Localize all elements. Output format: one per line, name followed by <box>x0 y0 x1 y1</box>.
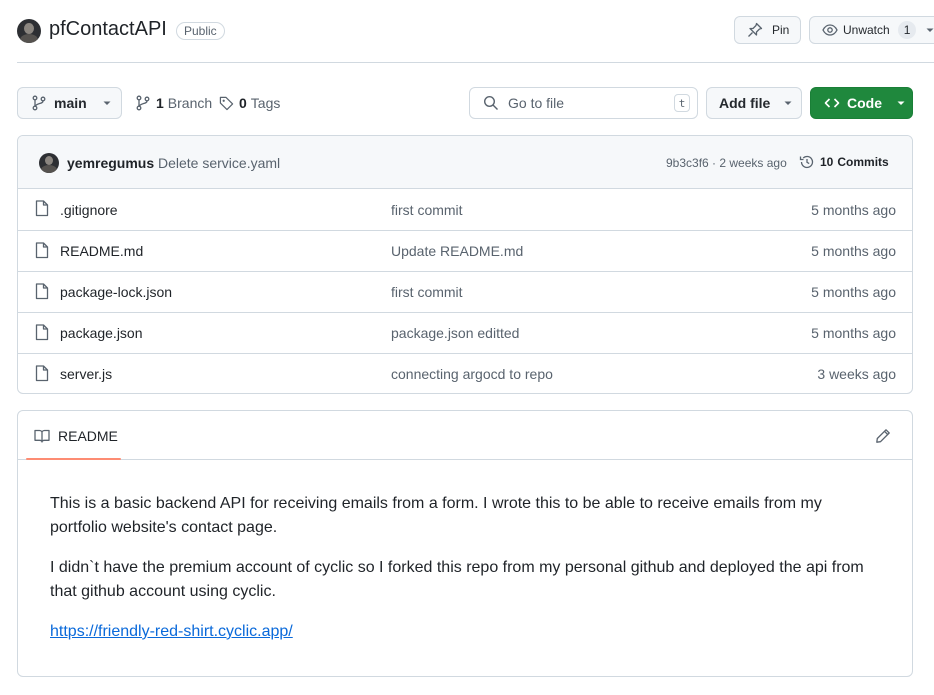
file-row[interactable]: package.json package.json editted 5 mont… <box>18 312 912 353</box>
file-icon <box>35 324 49 341</box>
file-commit-message[interactable]: connecting argocd to repo <box>391 366 553 382</box>
pin-icon <box>747 22 763 38</box>
readme-paragraph: I didn`t have the premium account of cyc… <box>50 559 864 600</box>
file-name[interactable]: README.md <box>60 243 143 259</box>
file-icon <box>35 283 49 300</box>
pin-label: Pin <box>772 23 790 37</box>
visibility-badge: Public <box>176 22 225 40</box>
tag-icon <box>219 96 234 111</box>
branch-selector[interactable]: main <box>17 87 122 119</box>
readme-panel: README This is a basic backend API for r… <box>17 410 913 677</box>
branch-label: Branch <box>167 95 213 111</box>
tab-readme[interactable]: README <box>34 428 118 444</box>
chevron-down-icon <box>783 98 793 108</box>
file-commit-time: 3 weeks ago <box>817 366 896 382</box>
file-icon <box>35 200 49 217</box>
chevron-down-icon <box>896 98 906 108</box>
readme-tab-label: README <box>58 428 118 444</box>
file-commit-time: 5 months ago <box>811 243 896 259</box>
watch-count: 1 <box>897 21 917 39</box>
file-name[interactable]: package.json <box>60 325 143 341</box>
unwatch-button[interactable]: Unwatch 1 <box>809 16 934 44</box>
commit-hash-time[interactable]: 9b3c3f6 · 2 weeks ago <box>666 156 787 170</box>
file-icon <box>35 242 49 259</box>
file-name[interactable]: server.js <box>60 366 112 382</box>
owner-avatar[interactable] <box>17 19 41 43</box>
author-avatar[interactable] <box>39 153 59 173</box>
file-browser: yemregumus Delete service.yaml 9b3c3f6 ·… <box>17 135 913 394</box>
code-label: Code <box>847 95 882 111</box>
tag-count: 0 <box>239 95 247 111</box>
tags-link[interactable]: 0 Tags <box>219 95 280 111</box>
file-name[interactable]: .gitignore <box>60 202 118 218</box>
file-commit-message[interactable]: first commit <box>391 284 463 300</box>
file-commit-message[interactable]: package.json editted <box>391 325 519 341</box>
book-icon <box>34 428 50 444</box>
readme-link[interactable]: https://friendly-red-shirt.cyclic.app/ <box>50 623 293 640</box>
file-row[interactable]: server.js connecting argocd to repo 3 we… <box>18 353 912 393</box>
tag-label: Tags <box>250 95 281 111</box>
file-name[interactable]: package-lock.json <box>60 284 172 300</box>
chevron-down-icon <box>925 25 934 35</box>
code-button[interactable]: Code <box>810 87 913 119</box>
branch-count: 1 <box>156 95 164 111</box>
branch-icon <box>136 95 150 111</box>
latest-commit-bar: yemregumus Delete service.yaml 9b3c3f6 ·… <box>18 136 912 189</box>
commit-author[interactable]: yemregumus <box>67 155 154 171</box>
add-file-button[interactable]: Add file <box>706 87 802 119</box>
file-commit-message[interactable]: Update README.md <box>391 243 523 259</box>
edit-readme-pencil-icon[interactable] <box>875 428 891 444</box>
readme-content: This is a basic backend API for receivin… <box>18 460 912 644</box>
go-to-file-input[interactable]: Go to file t <box>469 87 698 119</box>
add-file-label: Add file <box>719 95 771 111</box>
readme-paragraph: This is a basic backend API for receivin… <box>50 495 822 536</box>
search-placeholder: Go to file <box>508 95 565 111</box>
repo-name[interactable]: pfContactAPI <box>49 18 167 41</box>
file-icon <box>35 365 49 382</box>
history-icon <box>799 154 815 170</box>
eye-icon <box>822 22 838 38</box>
search-icon <box>483 95 499 111</box>
commits-count: 10 <box>820 155 834 169</box>
pin-button[interactable]: Pin <box>734 16 801 44</box>
commit-message[interactable]: Delete service.yaml <box>158 155 280 171</box>
code-icon <box>824 95 840 111</box>
commits-link[interactable]: 10 Commits <box>799 154 889 170</box>
file-commit-time: 5 months ago <box>811 284 896 300</box>
branch-name: main <box>54 95 87 111</box>
readme-tab-bar: README <box>18 411 912 460</box>
file-commit-time: 5 months ago <box>811 325 896 341</box>
file-row[interactable]: package-lock.json first commit 5 months … <box>18 271 912 312</box>
chevron-down-icon <box>102 98 112 108</box>
commits-label: Commits <box>837 155 889 169</box>
file-commit-message[interactable]: first commit <box>391 202 463 218</box>
file-commit-time: 5 months ago <box>811 201 896 218</box>
unwatch-label: Unwatch <box>843 23 890 37</box>
header-divider <box>17 62 934 63</box>
branch-icon <box>32 95 46 111</box>
branches-link[interactable]: 1 Branch <box>136 95 212 111</box>
active-tab-indicator <box>26 458 121 460</box>
readme-link-paragraph: https://friendly-red-shirt.cyclic.app/ <box>50 620 880 644</box>
file-row[interactable]: .gitignore first commit 5 months ago <box>18 189 912 230</box>
search-shortcut-key: t <box>674 94 690 112</box>
file-row[interactable]: README.md Update README.md 5 months ago <box>18 230 912 271</box>
